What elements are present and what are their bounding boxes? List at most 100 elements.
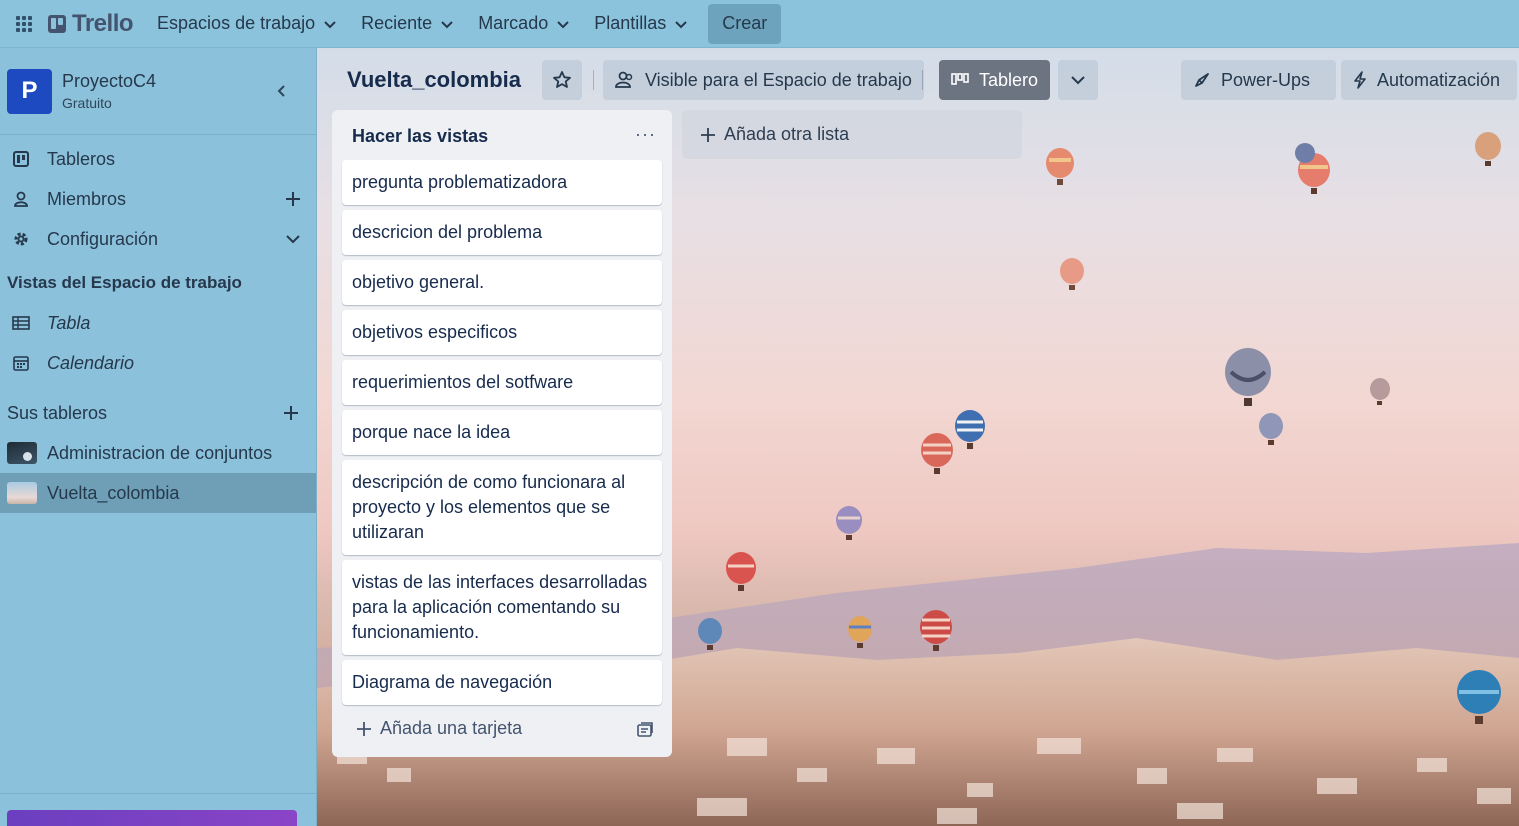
card[interactable]: objetivo general. bbox=[342, 260, 662, 305]
automation-button[interactable]: Automatización bbox=[1341, 60, 1517, 100]
sidebar-item-boards[interactable]: Tableros bbox=[0, 139, 316, 179]
card[interactable]: porque nace la idea bbox=[342, 410, 662, 455]
visibility-label: Visible para el Espacio de trabajo bbox=[645, 69, 912, 90]
plus-icon bbox=[357, 721, 371, 736]
balloon-image bbox=[1259, 413, 1283, 445]
balloon-image bbox=[955, 410, 985, 449]
balloon-image bbox=[836, 506, 862, 540]
star-board-button[interactable] bbox=[542, 60, 582, 100]
add-member-icon[interactable] bbox=[284, 190, 302, 208]
workspace-name[interactable]: ProyectoC4 bbox=[62, 71, 156, 92]
sidebar-item-settings[interactable]: Configuración bbox=[0, 219, 316, 259]
balloon-image bbox=[1475, 132, 1501, 166]
card-title: descricion del problema bbox=[352, 222, 543, 242]
nav-templates-button[interactable]: Plantillas bbox=[582, 4, 700, 44]
chevron-down-icon bbox=[557, 20, 569, 28]
star-icon bbox=[553, 71, 571, 88]
nav-starred-button[interactable]: Marcado bbox=[466, 4, 582, 44]
add-list-label: Añada otra lista bbox=[724, 124, 850, 144]
card-title: porque nace la idea bbox=[352, 422, 511, 442]
card-title: descripción de como funcionara al proyec… bbox=[352, 472, 626, 542]
workspace-avatar[interactable]: P bbox=[7, 68, 52, 114]
add-card-label: Añada una tarjeta bbox=[380, 718, 523, 738]
board-thumbnail bbox=[7, 442, 37, 464]
chevron-down-icon[interactable] bbox=[284, 230, 302, 248]
list-hacer-las-vistas[interactable]: Hacer las vistas ··· pregunta problemati… bbox=[332, 110, 672, 757]
card[interactable]: pregunta problematizadora bbox=[342, 160, 662, 205]
workspace-views-title: Vistas del Espacio de trabajo bbox=[7, 273, 242, 292]
balloon-image bbox=[921, 433, 953, 474]
sidebar-board-vuelta[interactable]: Vuelta_colombia bbox=[0, 473, 316, 513]
sidebar-item-label: Configuración bbox=[47, 228, 159, 249]
sidebar-view-calendar[interactable]: Calendario bbox=[0, 343, 316, 383]
chevron-down-icon bbox=[675, 20, 687, 28]
workspace-views-heading: Vistas del Espacio de trabajo bbox=[0, 263, 316, 303]
balloon-image bbox=[920, 610, 952, 651]
workspace-plan: Gratuito bbox=[62, 95, 112, 111]
collapse-sidebar-icon[interactable] bbox=[274, 83, 290, 99]
board-canvas: Vuelta_colombia Visible para el Espacio … bbox=[317, 48, 1519, 826]
view-board-button[interactable]: Tablero bbox=[939, 60, 1051, 100]
card[interactable]: vistas de las interfaces desarrolladas p… bbox=[342, 560, 662, 655]
balloon-image bbox=[1060, 258, 1084, 290]
card[interactable]: descripción de como funcionara al proyec… bbox=[342, 460, 662, 555]
card[interactable]: descricion del problema bbox=[342, 210, 662, 255]
app-switcher-icon[interactable] bbox=[0, 0, 48, 48]
nav-templates-label: Plantillas bbox=[594, 13, 667, 33]
upgrade-button[interactable] bbox=[7, 810, 297, 826]
people-icon bbox=[615, 71, 633, 88]
sidebar-view-table[interactable]: Tabla bbox=[0, 303, 316, 343]
sidebar-item-members[interactable]: Miembros bbox=[0, 179, 316, 219]
sidebar-board-admin[interactable]: Administracion de conjuntos bbox=[0, 433, 316, 473]
sidebar-divider bbox=[0, 793, 316, 794]
visibility-button[interactable]: Visible para el Espacio de trabajo bbox=[603, 60, 924, 100]
top-navigation-bar: Trello Espacios de trabajo Reciente Marc… bbox=[0, 0, 1519, 48]
trello-logo[interactable]: Trello bbox=[48, 0, 145, 48]
your-boards-title: Sus tableros bbox=[7, 402, 108, 423]
gear-icon bbox=[12, 230, 30, 248]
view-board-label: Tablero bbox=[979, 69, 1039, 90]
create-button[interactable]: Crear bbox=[708, 3, 782, 44]
list-title[interactable]: Hacer las vistas bbox=[352, 126, 488, 147]
plus-icon bbox=[701, 127, 715, 142]
sidebar-item-label: Miembros bbox=[47, 188, 127, 209]
balloon-image bbox=[698, 618, 722, 650]
board-view-icon bbox=[951, 73, 969, 85]
view-switcher-button[interactable] bbox=[1058, 60, 1098, 100]
sidebar-board-label: Administracion de conjuntos bbox=[47, 442, 273, 463]
card[interactable]: Diagrama de navegación bbox=[342, 660, 662, 705]
card[interactable]: requerimientos del sotfware bbox=[342, 360, 662, 405]
header-separator bbox=[593, 70, 594, 90]
balloon-image bbox=[848, 616, 872, 648]
card[interactable]: objetivos especificos bbox=[342, 310, 662, 355]
card-template-icon[interactable] bbox=[636, 721, 654, 739]
add-card-button[interactable]: Añada una tarjeta bbox=[356, 718, 522, 739]
power-ups-label: Power-Ups bbox=[1221, 69, 1311, 90]
chevron-down-icon bbox=[324, 20, 336, 28]
workspace-header: P ProyectoC4 Gratuito bbox=[0, 48, 316, 135]
nav-recent-label: Reciente bbox=[361, 13, 433, 33]
board-title[interactable]: Vuelta_colombia bbox=[347, 67, 521, 93]
card-title: pregunta problematizadora bbox=[352, 172, 568, 192]
header-separator bbox=[922, 70, 923, 90]
table-icon bbox=[12, 314, 30, 332]
balloon-image bbox=[1225, 348, 1271, 406]
workspace-sidebar: P ProyectoC4 Gratuito Tableros Miembros … bbox=[0, 48, 317, 826]
sidebar-item-label: Tabla bbox=[47, 312, 91, 333]
balloon-image bbox=[1457, 670, 1501, 724]
balloon-image bbox=[1370, 378, 1390, 405]
card-title: vistas de las interfaces desarrolladas p… bbox=[352, 572, 648, 642]
board-header: Vuelta_colombia Visible para el Espacio … bbox=[317, 48, 1519, 110]
nav-workspaces-label: Espacios de trabajo bbox=[157, 13, 316, 33]
add-list-button[interactable]: Añada otra lista bbox=[682, 110, 1022, 159]
list-menu-icon[interactable]: ··· bbox=[635, 124, 656, 145]
board-icon bbox=[12, 150, 30, 168]
power-ups-button[interactable]: Power-Ups bbox=[1181, 60, 1336, 100]
sidebar-item-label: Tableros bbox=[47, 148, 116, 169]
balloon-image bbox=[1046, 148, 1074, 185]
rocket-icon bbox=[1195, 73, 1209, 87]
nav-recent-button[interactable]: Reciente bbox=[349, 4, 466, 44]
nav-workspaces-button[interactable]: Espacios de trabajo bbox=[145, 4, 349, 44]
card-title: objetivo general. bbox=[352, 272, 485, 292]
add-board-icon[interactable] bbox=[282, 404, 300, 422]
